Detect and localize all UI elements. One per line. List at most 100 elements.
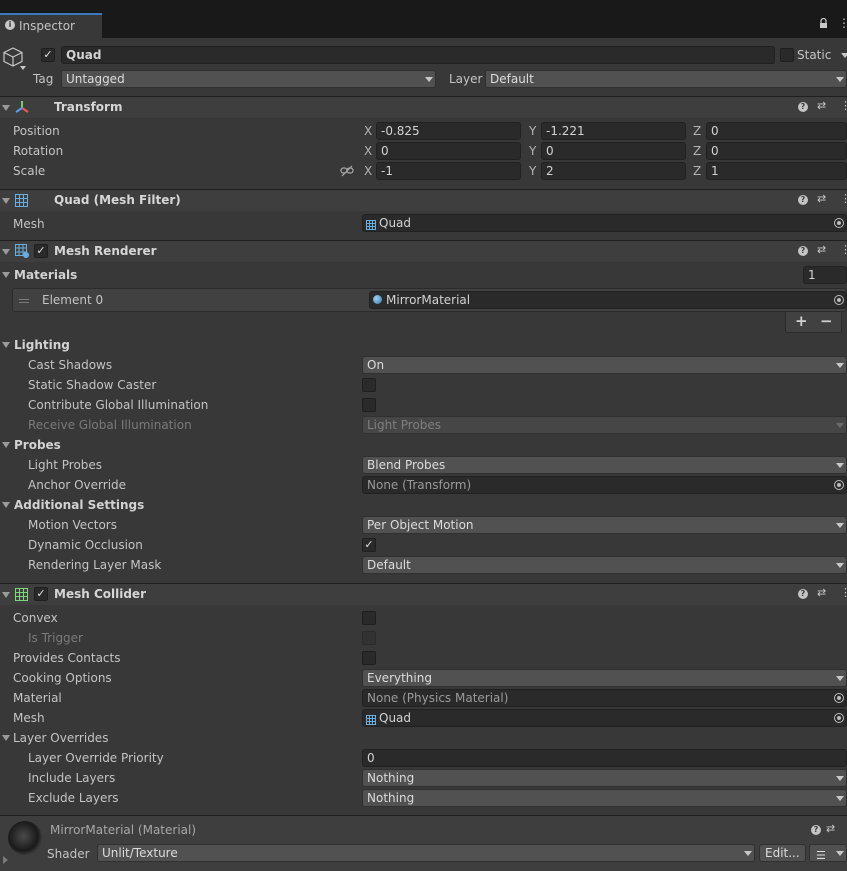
object-picker-icon[interactable] bbox=[834, 218, 844, 228]
collider-mesh-field[interactable]: Quad bbox=[362, 709, 847, 727]
rendering-layer-mask-dropdown[interactable]: Default bbox=[362, 556, 847, 574]
collider-material-field[interactable]: None (Physics Material) bbox=[362, 689, 847, 707]
rotation-y-field[interactable]: 0 bbox=[541, 142, 686, 160]
material-preview-thumbnail bbox=[8, 821, 42, 855]
anchor-override-label: Anchor Override bbox=[28, 478, 127, 492]
motion-vectors-dropdown[interactable]: Per Object Motion bbox=[362, 516, 847, 534]
position-z-label[interactable]: Z bbox=[693, 123, 701, 139]
kebab-menu-icon[interactable]: ⋮ bbox=[840, 586, 847, 599]
contribute-gi-checkbox[interactable] bbox=[362, 398, 376, 412]
transform-header[interactable]: Transform ? ⇄ ⋮ bbox=[0, 96, 847, 118]
help-icon[interactable]: ? bbox=[798, 589, 808, 599]
position-y-field[interactable]: -1.221 bbox=[541, 122, 686, 140]
presets-icon[interactable]: ⇄ bbox=[826, 822, 835, 835]
layer-value: Default bbox=[490, 72, 534, 86]
constrain-proportions-icon[interactable] bbox=[340, 165, 354, 180]
light-probes-dropdown[interactable]: Blend Probes bbox=[362, 456, 847, 474]
position-y-label[interactable]: Y bbox=[529, 123, 536, 139]
mesh-renderer-enabled-checkbox[interactable]: ✓ bbox=[34, 244, 48, 258]
lighting-foldout-icon[interactable] bbox=[2, 342, 10, 348]
layer-dropdown[interactable]: Default bbox=[485, 70, 847, 88]
scale-x-field[interactable]: -1 bbox=[376, 162, 521, 180]
object-picker-icon[interactable] bbox=[834, 480, 844, 490]
foldout-icon[interactable] bbox=[2, 198, 10, 204]
layer-overrides-foldout-icon[interactable] bbox=[2, 735, 10, 741]
additional-settings-foldout-icon[interactable] bbox=[2, 502, 10, 508]
presets-icon[interactable]: ⇄ bbox=[817, 99, 826, 112]
mesh-collider-title: Mesh Collider bbox=[54, 587, 146, 601]
static-dropdown-icon[interactable] bbox=[841, 53, 847, 58]
mesh-filter-header[interactable]: Quad (Mesh Filter) ? ⇄ ⋮ bbox=[0, 189, 847, 211]
gameobject-dropdown-icon[interactable] bbox=[20, 66, 26, 70]
materials-count-field[interactable]: 1 bbox=[803, 266, 847, 284]
tab-inspector[interactable]: i Inspector bbox=[0, 13, 102, 38]
scale-x-label[interactable]: X bbox=[364, 163, 372, 179]
presets-icon[interactable]: ⇄ bbox=[817, 586, 826, 599]
mesh-filter-mesh-field[interactable]: Quad bbox=[362, 214, 847, 232]
is-trigger-label: Is Trigger bbox=[28, 631, 83, 645]
kebab-menu-icon[interactable]: ⋮ bbox=[840, 243, 847, 256]
mesh-collider-header[interactable]: ✓ Mesh Collider ? ⇄ ⋮ bbox=[0, 583, 847, 605]
dynamic-occlusion-checkbox[interactable]: ✓ bbox=[362, 538, 376, 552]
include-layers-dropdown[interactable]: Nothing bbox=[362, 769, 847, 787]
element-0-field[interactable]: MirrorMaterial bbox=[369, 291, 847, 309]
shader-dropdown[interactable]: Unlit/Texture bbox=[97, 844, 755, 862]
add-element-button[interactable]: + bbox=[795, 312, 808, 330]
motion-vectors-value: Per Object Motion bbox=[367, 518, 474, 532]
help-icon[interactable]: ? bbox=[811, 825, 821, 835]
is-trigger-checkbox bbox=[362, 631, 376, 645]
rotation-z-field[interactable]: 0 bbox=[706, 142, 847, 160]
help-icon[interactable]: ? bbox=[798, 102, 808, 112]
convex-checkbox[interactable] bbox=[362, 611, 376, 625]
foldout-icon[interactable] bbox=[2, 592, 10, 598]
position-z-field[interactable]: 0 bbox=[706, 122, 847, 140]
scale-z-field[interactable]: 1 bbox=[706, 162, 847, 180]
materials-foldout-icon[interactable] bbox=[2, 272, 10, 278]
shader-value: Unlit/Texture bbox=[102, 846, 178, 860]
drag-handle-icon[interactable] bbox=[19, 299, 29, 300]
rotation-x-label[interactable]: X bbox=[364, 143, 372, 159]
layer-override-priority-field[interactable]: 0 bbox=[362, 749, 847, 767]
object-picker-icon[interactable] bbox=[834, 713, 844, 723]
kebab-menu-icon[interactable]: ⋮ bbox=[840, 192, 847, 205]
mesh-renderer-header[interactable]: ✓ Mesh Renderer ? ⇄ ⋮ bbox=[0, 240, 847, 262]
foldout-icon[interactable] bbox=[2, 249, 10, 255]
object-name-field[interactable]: Quad bbox=[61, 46, 775, 64]
presets-icon[interactable]: ⇄ bbox=[817, 243, 826, 256]
tag-label: Tag bbox=[33, 72, 54, 86]
rotation-y-label[interactable]: Y bbox=[529, 143, 536, 159]
position-x-label[interactable]: X bbox=[364, 123, 372, 139]
rotation-z-label[interactable]: Z bbox=[693, 143, 701, 159]
shader-options-button[interactable]: ☰ bbox=[809, 844, 847, 862]
mesh-collider-enabled-checkbox[interactable]: ✓ bbox=[34, 587, 48, 601]
scale-z-label[interactable]: Z bbox=[693, 163, 701, 179]
chevron-down-icon bbox=[836, 523, 844, 528]
rotation-x-field[interactable]: 0 bbox=[376, 142, 521, 160]
active-checkbox[interactable]: ✓ bbox=[41, 48, 55, 62]
provides-contacts-checkbox[interactable] bbox=[362, 651, 376, 665]
help-icon[interactable]: ? bbox=[798, 195, 808, 205]
scale-y-label[interactable]: Y bbox=[529, 163, 536, 179]
static-checkbox[interactable] bbox=[780, 48, 794, 62]
object-picker-icon[interactable] bbox=[834, 693, 844, 703]
help-icon[interactable]: ? bbox=[798, 246, 808, 256]
position-x-field[interactable]: -0.825 bbox=[376, 122, 521, 140]
kebab-menu-icon[interactable]: ⋮ bbox=[840, 99, 847, 112]
exclude-layers-dropdown[interactable]: Nothing bbox=[362, 789, 847, 807]
probes-foldout-icon[interactable] bbox=[2, 442, 10, 448]
expand-triangle-icon[interactable] bbox=[3, 856, 8, 864]
lock-icon[interactable] bbox=[819, 17, 828, 28]
shader-edit-button[interactable]: Edit... bbox=[759, 844, 806, 862]
foldout-icon[interactable] bbox=[2, 105, 10, 111]
presets-icon[interactable]: ⇄ bbox=[817, 192, 826, 205]
anchor-override-field[interactable]: None (Transform) bbox=[362, 476, 847, 494]
remove-element-button[interactable]: − bbox=[820, 312, 833, 330]
material-header[interactable]: MirrorMaterial (Material) ? ⇄ Shader Unl… bbox=[0, 815, 847, 871]
cast-shadows-dropdown[interactable]: On bbox=[362, 356, 847, 374]
cooking-options-dropdown[interactable]: Everything bbox=[362, 669, 847, 687]
kebab-menu-icon[interactable]: ⋮ bbox=[838, 16, 847, 30]
static-shadow-caster-checkbox[interactable] bbox=[362, 378, 376, 392]
scale-y-field[interactable]: 2 bbox=[541, 162, 686, 180]
tag-dropdown[interactable]: Untagged bbox=[61, 70, 436, 88]
object-picker-icon[interactable] bbox=[834, 295, 844, 305]
